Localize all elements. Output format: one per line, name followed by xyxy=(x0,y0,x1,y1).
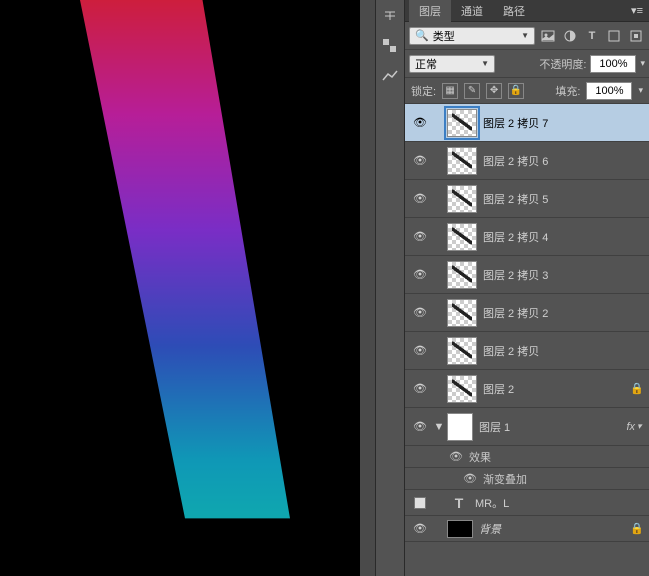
layer-row[interactable]: 👁 ▼ 图层 1 fx▾ xyxy=(405,408,649,446)
visibility-toggle[interactable]: 👁 xyxy=(409,420,431,433)
visibility-toggle[interactable]: 👁 xyxy=(409,268,431,281)
layer-row[interactable]: 👁 图层 2 拷贝 7 xyxy=(405,104,649,142)
layer-thumbnail[interactable] xyxy=(447,413,473,441)
effect-item[interactable]: 👁 渐变叠加 xyxy=(405,468,649,490)
filter-image-icon[interactable] xyxy=(539,27,557,45)
layers-panel: 图层 通道 路径 ▾≡ 🔍 类型 ▼ T 正常 ▼ 不透明度: 100% ▾ 锁… xyxy=(405,0,649,576)
opacity-dropdown-icon[interactable]: ▾ xyxy=(640,58,645,69)
layer-name[interactable]: 图层 2 拷贝 6 xyxy=(483,153,625,169)
lock-label: 锁定: xyxy=(411,83,436,99)
layer-row[interactable]: 👁 图层 2 拷贝 4 xyxy=(405,218,649,256)
layer-row[interactable]: 👁 图层 2 拷贝 xyxy=(405,332,649,370)
visibility-toggle[interactable]: 👁 xyxy=(409,382,431,395)
visibility-toggle[interactable]: 👁 xyxy=(409,116,431,129)
search-icon: 🔍 xyxy=(415,29,429,42)
layer-thumbnail[interactable] xyxy=(447,375,477,403)
layer-thumbnail[interactable] xyxy=(447,185,477,213)
layer-name[interactable]: 图层 2 拷贝 7 xyxy=(483,115,625,131)
chevron-down-icon: ▼ xyxy=(481,59,489,68)
fx-indicator[interactable]: fx▾ xyxy=(619,421,649,433)
tab-channels[interactable]: 通道 xyxy=(451,0,493,22)
layer-name[interactable]: 图层 2 拷贝 3 xyxy=(483,267,625,283)
filter-row: 🔍 类型 ▼ T xyxy=(405,22,649,50)
collapse-effects-icon[interactable]: ▼ xyxy=(431,421,447,433)
fill-input[interactable]: 100% xyxy=(586,82,632,100)
opacity-label: 不透明度: xyxy=(539,56,586,72)
tab-layers[interactable]: 图层 xyxy=(409,0,451,22)
layer-row[interactable]: 👁 图层 2 拷贝 5 xyxy=(405,180,649,218)
adjustments-panel-icon[interactable] xyxy=(380,66,400,86)
layer-thumbnail[interactable] xyxy=(447,337,477,365)
visibility-toggle[interactable]: 👁 xyxy=(409,230,431,243)
collapse-dock-icon[interactable] xyxy=(380,6,400,26)
layer-name[interactable]: 图层 2 拷贝 5 xyxy=(483,191,625,207)
blend-row: 正常 ▼ 不透明度: 100% ▾ xyxy=(405,50,649,78)
tool-dock xyxy=(375,0,405,576)
chevron-down-icon: ▼ xyxy=(521,31,529,40)
lock-transparent-icon[interactable]: ▦ xyxy=(442,83,458,99)
filter-smartobject-icon[interactable] xyxy=(627,27,645,45)
layer-name[interactable]: 图层 1 xyxy=(479,419,619,435)
visibility-toggle[interactable]: 👁 xyxy=(409,522,431,535)
visibility-toggle[interactable]: 👁 xyxy=(449,450,463,463)
fill-label: 填充: xyxy=(555,83,580,99)
history-panel-icon[interactable] xyxy=(380,36,400,56)
layer-thumbnail[interactable] xyxy=(447,520,473,538)
tab-paths[interactable]: 路径 xyxy=(493,0,535,22)
layer-row[interactable]: 👁 背景 🔒 xyxy=(405,516,649,542)
visibility-toggle[interactable] xyxy=(409,497,431,509)
blend-mode-value: 正常 xyxy=(415,56,437,72)
type-layer-icon: T xyxy=(447,493,471,513)
layer-thumbnail[interactable] xyxy=(447,223,477,251)
layer-name[interactable]: 图层 2 拷贝 4 xyxy=(483,229,625,245)
visibility-toggle[interactable]: 👁 xyxy=(409,344,431,357)
layer-row[interactable]: 👁 图层 2 拷贝 6 xyxy=(405,142,649,180)
layer-row[interactable]: 👁 图层 2 拷贝 3 xyxy=(405,256,649,294)
layer-lock-icon: 🔒 xyxy=(625,522,649,535)
layer-name[interactable]: MR。L xyxy=(475,495,625,511)
layer-thumbnail[interactable] xyxy=(447,299,477,327)
layer-lock-icon: 🔒 xyxy=(625,382,649,395)
layer-name[interactable]: 图层 2 xyxy=(483,381,625,397)
visibility-toggle[interactable]: 👁 xyxy=(409,306,431,319)
visibility-toggle[interactable]: 👁 xyxy=(463,472,477,485)
hidden-indicator xyxy=(414,497,426,509)
fill-dropdown-icon[interactable]: ▾ xyxy=(638,85,643,96)
lock-all-icon[interactable]: 🔒 xyxy=(508,83,524,99)
filter-kind-select[interactable]: 🔍 类型 ▼ xyxy=(409,27,535,45)
opacity-input[interactable]: 100% xyxy=(590,55,636,73)
visibility-toggle[interactable]: 👁 xyxy=(409,154,431,167)
layer-row[interactable]: 👁 图层 2 拷贝 2 xyxy=(405,294,649,332)
layer-name[interactable]: 图层 2 拷贝 xyxy=(483,343,625,359)
filter-adjustment-icon[interactable] xyxy=(561,27,579,45)
layer-thumbnail[interactable] xyxy=(447,261,477,289)
lock-row: 锁定: ▦ ✎ ✥ 🔒 填充: 100% ▾ xyxy=(405,78,649,104)
filter-shape-icon[interactable] xyxy=(605,27,623,45)
filter-type-icon[interactable]: T xyxy=(583,27,601,45)
layer-row[interactable]: T MR。L xyxy=(405,490,649,516)
panel-tab-strip: 图层 通道 路径 ▾≡ xyxy=(405,0,649,22)
lock-position-icon[interactable]: ✥ xyxy=(486,83,502,99)
effects-label: 效果 xyxy=(469,449,491,465)
lock-pixels-icon[interactable]: ✎ xyxy=(464,83,480,99)
layer-thumbnail[interactable] xyxy=(447,147,477,175)
layer-name[interactable]: 图层 2 拷贝 2 xyxy=(483,305,625,321)
visibility-toggle[interactable]: 👁 xyxy=(409,192,431,205)
panel-menu-icon[interactable]: ▾≡ xyxy=(625,1,649,20)
layer-row[interactable]: 👁 图层 2 🔒 xyxy=(405,370,649,408)
layer-thumbnail[interactable] xyxy=(447,109,477,137)
blend-mode-select[interactable]: 正常 ▼ xyxy=(409,55,495,73)
layer-list: 👁 图层 2 拷贝 7 👁 图层 2 拷贝 6 👁 图层 2 拷贝 5 👁 图层… xyxy=(405,104,649,576)
layer-name[interactable]: 背景 xyxy=(479,521,625,537)
effect-name: 渐变叠加 xyxy=(483,471,527,487)
canvas-area[interactable] xyxy=(0,0,375,576)
filter-kind-label: 类型 xyxy=(433,28,455,44)
effects-group-label[interactable]: 👁 效果 xyxy=(405,446,649,468)
